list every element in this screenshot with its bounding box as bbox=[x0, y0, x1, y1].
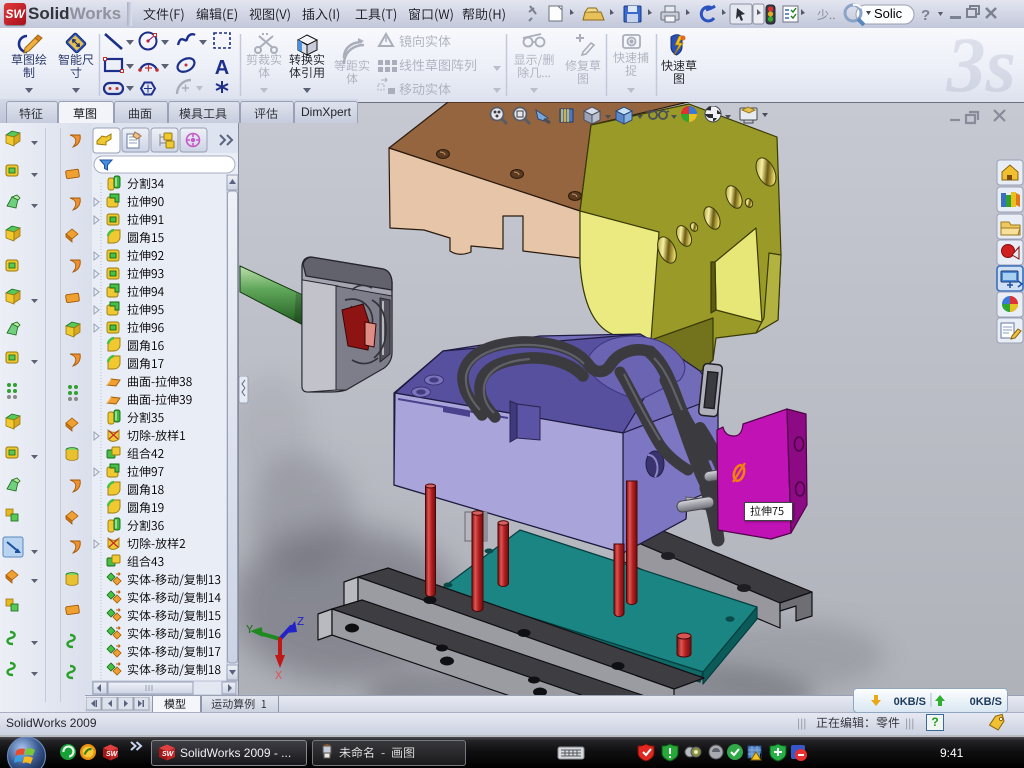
svg-text:SW: SW bbox=[162, 751, 175, 758]
svg-text:Y: Y bbox=[246, 623, 253, 637]
svg-text:9:41: 9:41 bbox=[940, 746, 964, 760]
svg-text:Z: Z bbox=[297, 615, 304, 629]
svg-text:?: ? bbox=[921, 7, 930, 24]
svg-text:!: ! bbox=[759, 754, 761, 761]
svg-text:Solic: Solic bbox=[874, 6, 903, 21]
svg-text:SW: SW bbox=[106, 751, 119, 758]
svg-text:X: X bbox=[275, 669, 282, 683]
svg-text:0KB/S: 0KB/S bbox=[970, 696, 1002, 708]
svg-text:A: A bbox=[215, 57, 229, 79]
svg-text:0KB/S: 0KB/S bbox=[894, 696, 926, 708]
